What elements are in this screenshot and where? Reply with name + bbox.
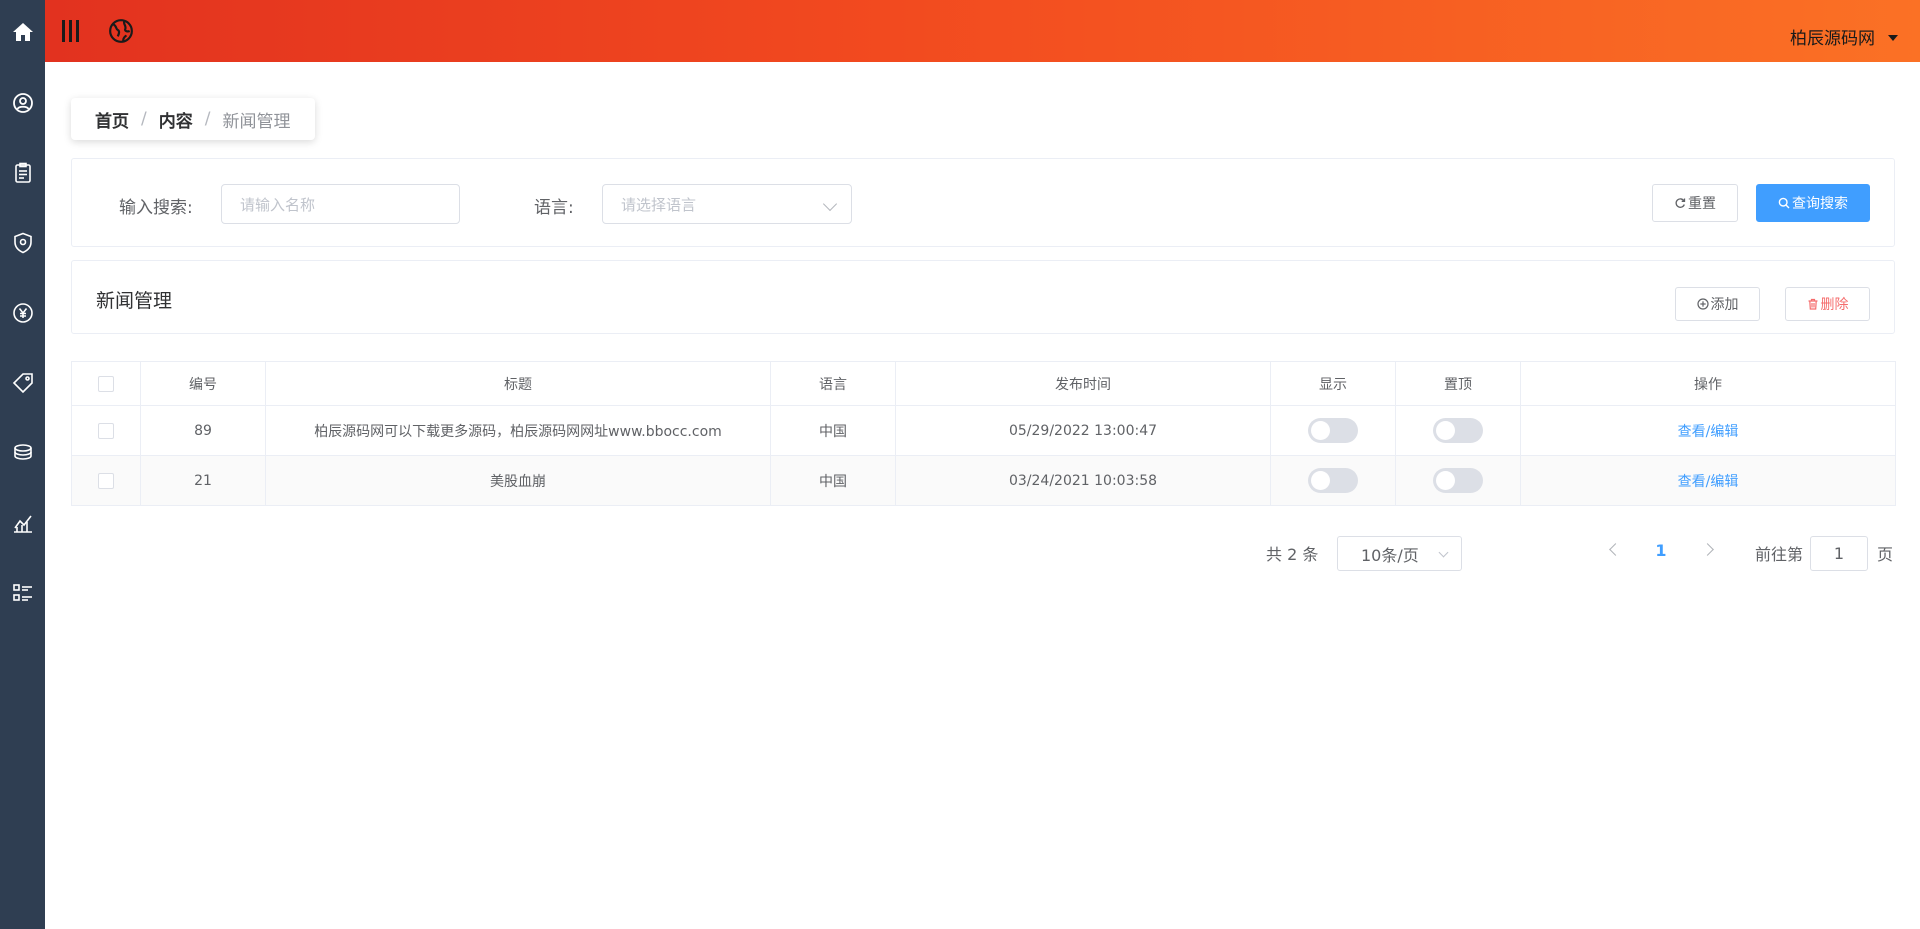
breadcrumb-separator: / xyxy=(141,109,147,129)
globe-icon[interactable] xyxy=(107,14,135,48)
search-label: 查询搜索 xyxy=(1792,196,1848,212)
row-top-cell xyxy=(1395,455,1521,506)
row-publish-time: 03/24/2021 10:03:58 xyxy=(895,455,1271,506)
chevron-down-icon xyxy=(822,196,838,212)
list-header-panel: 新闻管理 添加 删除 xyxy=(71,260,1895,334)
table-row: 21 美股血崩 中国 03/24/2021 10:03:58 查看/编辑 xyxy=(71,455,1896,506)
prev-page-icon[interactable] xyxy=(1609,543,1622,556)
row-top-cell xyxy=(1395,405,1521,456)
table-header-row: 编号 标题 语言 发布时间 显示 置顶 操作 xyxy=(71,361,1896,406)
row-id: 21 xyxy=(140,455,266,506)
top-header: 柏辰源码网 xyxy=(45,0,1920,62)
row-action-cell: 查看/编辑 xyxy=(1520,455,1896,506)
search-icon xyxy=(1778,197,1790,209)
user-name: 柏辰源码网 xyxy=(1790,28,1875,49)
menu-toggle-icon[interactable] xyxy=(60,14,82,48)
row-title: 美股血崩 xyxy=(265,455,771,506)
row-language: 中国 xyxy=(770,405,896,456)
news-table: 编号 标题 语言 发布时间 显示 置顶 操作 89 柏辰源码网可以下载更多源码，… xyxy=(71,361,1896,506)
reset-button[interactable]: 重置 xyxy=(1652,184,1738,222)
keyword-placeholder: 请输入名称 xyxy=(240,195,316,214)
row-select-cell xyxy=(71,455,141,506)
trend-chart-icon[interactable] xyxy=(0,503,45,543)
next-page-icon[interactable] xyxy=(1701,543,1714,556)
row-title: 柏辰源码网可以下载更多源码，柏辰源码网网址www.bbocc.com xyxy=(265,405,771,456)
row-publish-time: 05/29/2022 13:00:47 xyxy=(895,405,1271,456)
goto-page-value: 1 xyxy=(1833,544,1845,563)
top-toggle[interactable] xyxy=(1433,418,1483,443)
sidebar xyxy=(0,0,45,929)
view-edit-link[interactable]: 查看/编辑 xyxy=(1678,424,1739,440)
breadcrumb-home[interactable]: 首页 xyxy=(95,107,129,132)
goto-page-input[interactable]: 1 xyxy=(1810,536,1868,571)
breadcrumb-separator: / xyxy=(204,109,211,129)
row-checkbox[interactable] xyxy=(98,472,114,489)
clipboard-icon[interactable] xyxy=(0,153,45,193)
yen-icon[interactable] xyxy=(0,293,45,333)
select-all-cell xyxy=(71,361,141,406)
trash-icon xyxy=(1808,298,1817,310)
chevron-down-icon xyxy=(1438,547,1449,558)
column-header-id: 编号 xyxy=(140,361,266,406)
top-toggle[interactable] xyxy=(1433,468,1483,493)
column-header-show: 显示 xyxy=(1270,361,1396,406)
user-dropdown[interactable]: 柏辰源码网 xyxy=(1790,24,1898,49)
user-icon[interactable] xyxy=(0,83,45,123)
table-row: 89 柏辰源码网可以下载更多源码，柏辰源码网网址www.bbocc.com 中国… xyxy=(71,405,1896,456)
view-edit-link[interactable]: 查看/编辑 xyxy=(1678,474,1739,490)
shield-icon[interactable] xyxy=(0,223,45,263)
delete-button[interactable]: 删除 xyxy=(1785,287,1870,321)
language-select[interactable]: 请选择语言 xyxy=(602,184,852,224)
refresh-icon xyxy=(1675,198,1686,208)
column-header-title: 标题 xyxy=(265,361,771,406)
search-panel: 输入搜索: 请输入名称 语言: 请选择语言 重置 查询搜索 xyxy=(71,158,1895,247)
column-header-top: 置顶 xyxy=(1395,361,1521,406)
keyword-search-input[interactable]: 请输入名称 xyxy=(221,184,460,224)
breadcrumb: 首页 / 内容 / 新闻管理 xyxy=(71,98,315,140)
row-select-cell xyxy=(71,405,141,456)
page-number-current[interactable]: 1 xyxy=(1650,541,1672,560)
home-icon[interactable] xyxy=(0,12,45,52)
column-header-publish-time: 发布时间 xyxy=(895,361,1271,406)
column-header-actions: 操作 xyxy=(1520,361,1896,406)
row-checkbox[interactable] xyxy=(98,422,114,439)
show-toggle[interactable] xyxy=(1308,418,1358,443)
language-label: 语言: xyxy=(534,198,574,218)
row-show-cell xyxy=(1270,405,1396,456)
breadcrumb-current: 新闻管理 xyxy=(222,111,291,132)
breadcrumb-section[interactable]: 内容 xyxy=(159,107,193,132)
goto-prefix: 前往第 xyxy=(1755,545,1804,564)
pagination-total: 共 2 条 xyxy=(1266,545,1319,564)
plus-circle-icon xyxy=(1696,298,1709,310)
search-button[interactable]: 查询搜索 xyxy=(1756,184,1870,222)
show-toggle[interactable] xyxy=(1308,468,1358,493)
goto-suffix: 页 xyxy=(1877,545,1894,564)
coins-icon[interactable] xyxy=(0,433,45,473)
row-show-cell xyxy=(1270,455,1396,506)
add-button[interactable]: 添加 xyxy=(1675,287,1760,321)
row-language: 中国 xyxy=(770,455,896,506)
page-size-value: 10条/页 xyxy=(1361,545,1419,565)
caret-down-icon xyxy=(1888,34,1898,41)
language-placeholder: 请选择语言 xyxy=(621,195,697,214)
add-label: 添加 xyxy=(1710,297,1739,313)
page-size-select[interactable]: 10条/页 xyxy=(1337,536,1462,571)
column-header-language: 语言 xyxy=(770,361,896,406)
row-action-cell: 查看/编辑 xyxy=(1520,405,1896,456)
delete-label: 删除 xyxy=(1820,297,1849,313)
reset-label: 重置 xyxy=(1688,196,1716,212)
row-id: 89 xyxy=(140,405,266,456)
list-icon[interactable] xyxy=(0,573,45,613)
keyword-label: 输入搜索: xyxy=(119,198,193,218)
panel-title: 新闻管理 xyxy=(96,290,173,312)
tag-icon[interactable] xyxy=(0,363,45,403)
select-all-checkbox[interactable] xyxy=(98,375,114,392)
